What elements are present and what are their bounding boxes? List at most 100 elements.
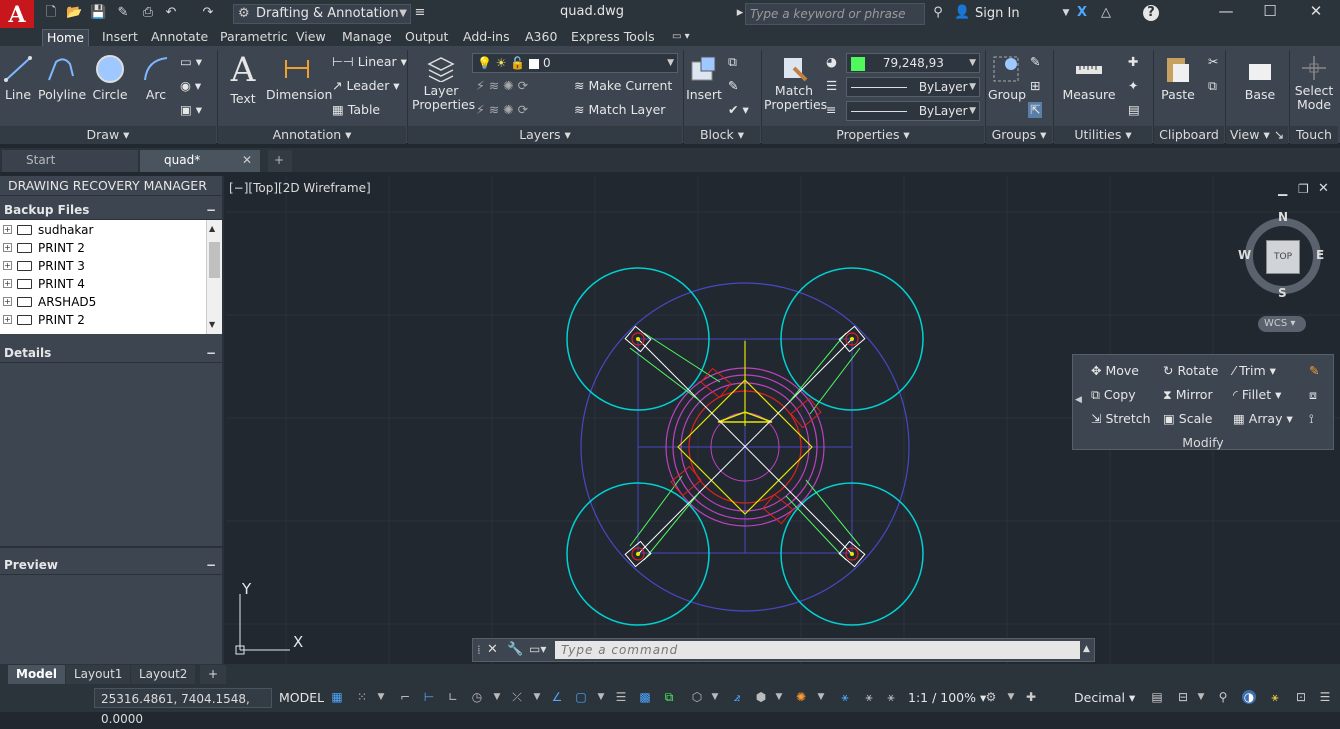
chevron-down-icon[interactable]: ▼ (1194, 690, 1208, 704)
ungroup-icon[interactable]: ✎ (1030, 54, 1040, 70)
move-button[interactable]: ✥ Move (1091, 363, 1139, 379)
mirror-button[interactable]: ⧗ Mirror (1163, 387, 1213, 403)
quick-properties-icon[interactable]: ▤ (1150, 690, 1164, 704)
scroll-thumb[interactable] (209, 242, 220, 278)
tab-view[interactable]: View (292, 29, 330, 46)
array-button[interactable]: ▦ Array ▾ (1233, 411, 1293, 427)
chevron-down-icon[interactable]: ▼ (1004, 690, 1018, 704)
create-block-icon[interactable]: ⧉ (728, 54, 737, 70)
tab-a360[interactable]: A360 (521, 29, 561, 46)
tab-quad[interactable]: quad* ✕ (140, 150, 260, 172)
color-dropdown[interactable]: 79,248,93 ▼ (846, 53, 980, 73)
list-scrollbar[interactable]: ▲ ▼ (206, 220, 222, 334)
rectangle-icon[interactable]: ▭ ▾ (180, 54, 202, 70)
infer-constraints-icon[interactable]: ⌐ (398, 690, 412, 704)
list-item[interactable]: + PRINT 2 (0, 311, 206, 329)
close-tab-icon[interactable]: ✕ (242, 150, 252, 170)
minimize-icon[interactable]: — (1204, 0, 1248, 24)
open-file-icon[interactable]: 📂 (66, 5, 82, 21)
linear-button[interactable]: ⊢⊣ Linear ▾ (332, 54, 407, 70)
backup-files-header[interactable]: Backup Files − (0, 200, 222, 220)
circle-button[interactable]: Circle (92, 54, 128, 102)
compass-west[interactable]: W (1238, 248, 1251, 262)
base-button[interactable]: Base (1240, 54, 1280, 102)
viewport-restore-icon[interactable]: ❐ (1298, 182, 1309, 196)
tab-home[interactable]: Home (42, 29, 89, 46)
close-icon[interactable]: ✕ (1294, 0, 1338, 24)
group-button[interactable]: Group (988, 54, 1026, 102)
collapse-icon[interactable]: − (206, 555, 216, 575)
collapse-panel-icon[interactable]: ◀ (1075, 395, 1082, 405)
trim-button[interactable]: ⁄ Trim ▾ (1233, 363, 1276, 379)
calculator-icon[interactable]: ▤ (1128, 102, 1140, 118)
exchange-icon[interactable]: X (1074, 5, 1090, 21)
units-selector[interactable]: Decimal ▾ (1074, 690, 1135, 705)
offset-icon[interactable]: ⟟ (1309, 411, 1314, 427)
redo-icon[interactable]: ↷ (200, 5, 216, 21)
tab-layout1[interactable]: Layout1 (66, 665, 131, 684)
binoculars-icon[interactable]: ⚲ (930, 5, 946, 21)
stretch-button[interactable]: ⇲ Stretch (1091, 411, 1151, 427)
table-button[interactable]: ▦ Table (332, 102, 380, 118)
annotation-panel-title[interactable]: Annotation ▾ (218, 126, 406, 144)
annotation-visibility-icon[interactable]: ⚹ (838, 690, 852, 704)
transparency-icon[interactable]: ▩ (638, 690, 652, 704)
text-button[interactable]: A Text (225, 52, 261, 106)
layer-properties-button[interactable]: Layer Properties (412, 54, 475, 112)
details-header[interactable]: Details − (0, 343, 222, 363)
chevron-down-icon[interactable]: ▼ (594, 690, 608, 704)
chevron-down-icon[interactable]: ▼ (1058, 5, 1074, 21)
object-snap-tracking-icon[interactable]: ∠ (550, 690, 564, 704)
erase-icon[interactable]: ✎ (1309, 363, 1319, 379)
add-layout-button[interactable]: + (200, 665, 227, 684)
object-snap-icon[interactable]: ▢ (574, 690, 588, 704)
hatch-icon[interactable]: ◉ ▾ (180, 78, 201, 94)
lineweight-toggle-icon[interactable]: ☰ (614, 690, 628, 704)
copy-clip-icon[interactable]: ⧉ (1208, 78, 1217, 94)
measure-button[interactable]: Measure (1060, 54, 1118, 102)
scale-button[interactable]: ▣ Scale (1163, 411, 1212, 427)
maximize-icon[interactable]: ☐ (1248, 0, 1292, 24)
grid-icon[interactable]: ▦ (330, 690, 344, 704)
gear-icon[interactable]: ⚙ (984, 690, 998, 704)
copy-button[interactable]: ⧉ Copy (1091, 387, 1136, 403)
polyline-button[interactable]: Polyline (38, 54, 86, 102)
scroll-down-icon[interactable]: ▼ (209, 320, 215, 329)
save-as-icon[interactable]: ✎ (115, 5, 131, 21)
leader-button[interactable]: ↗ Leader ▾ (332, 78, 400, 94)
chevron-down-icon[interactable]: ▼ (814, 690, 828, 704)
layers-panel-title[interactable]: Layers ▾ (408, 126, 682, 144)
paste-button[interactable]: Paste (1160, 54, 1196, 102)
clean-screen-icon[interactable]: ⚹ (1268, 690, 1282, 704)
tab-parametric[interactable]: Parametric (216, 29, 292, 46)
collapse-icon[interactable]: − (206, 200, 216, 220)
customization-icon[interactable]: ☰ (1318, 690, 1332, 704)
annotation-scale-icon[interactable]: ⚹ (884, 690, 898, 704)
close-command-icon[interactable]: ✕ (487, 642, 498, 657)
explode-icon[interactable]: ⧈ (1309, 387, 1317, 403)
isodraft-icon[interactable]: ⤫ (510, 690, 524, 704)
save-icon[interactable]: 💾 (90, 5, 106, 21)
make-current-button[interactable]: ≋ Make Current (574, 78, 672, 94)
quick-select-icon[interactable]: ✚ (1128, 54, 1138, 70)
chevron-down-icon[interactable]: ▼ (772, 690, 786, 704)
compass-north[interactable]: N (1278, 210, 1288, 224)
group-selection-icon[interactable]: ⇱ (1028, 102, 1043, 118)
wrench-icon[interactable]: 🔧 (507, 642, 523, 657)
line-button[interactable]: Line (2, 54, 34, 102)
tab-annotate[interactable]: Annotate (147, 29, 212, 46)
draw-panel-title[interactable]: Draw ▾ (0, 126, 216, 144)
match-layer-button[interactable]: ≋ Match Layer (574, 102, 665, 118)
tab-add-ins[interactable]: Add-ins (459, 29, 514, 46)
chevron-down-icon[interactable]: ▼ (708, 690, 722, 704)
select-mode-button[interactable]: Select Mode (1292, 54, 1336, 112)
list-item[interactable]: + PRINT 3 (0, 257, 206, 275)
groups-panel-title[interactable]: Groups ▾ (986, 126, 1052, 144)
wcs-menu[interactable]: WCS ▾ (1258, 316, 1306, 332)
lock-ui-icon[interactable]: ⊟ (1176, 690, 1190, 704)
edit-block-icon[interactable]: ✎ (728, 78, 738, 94)
lineweight-dropdown[interactable]: ByLayer ▼ (846, 101, 980, 121)
gizmo-icon[interactable]: ✺ (794, 690, 808, 704)
viewport-controls-label[interactable]: [−][Top][2D Wireframe] (229, 181, 371, 195)
viewcube-face[interactable]: TOP (1266, 240, 1300, 274)
